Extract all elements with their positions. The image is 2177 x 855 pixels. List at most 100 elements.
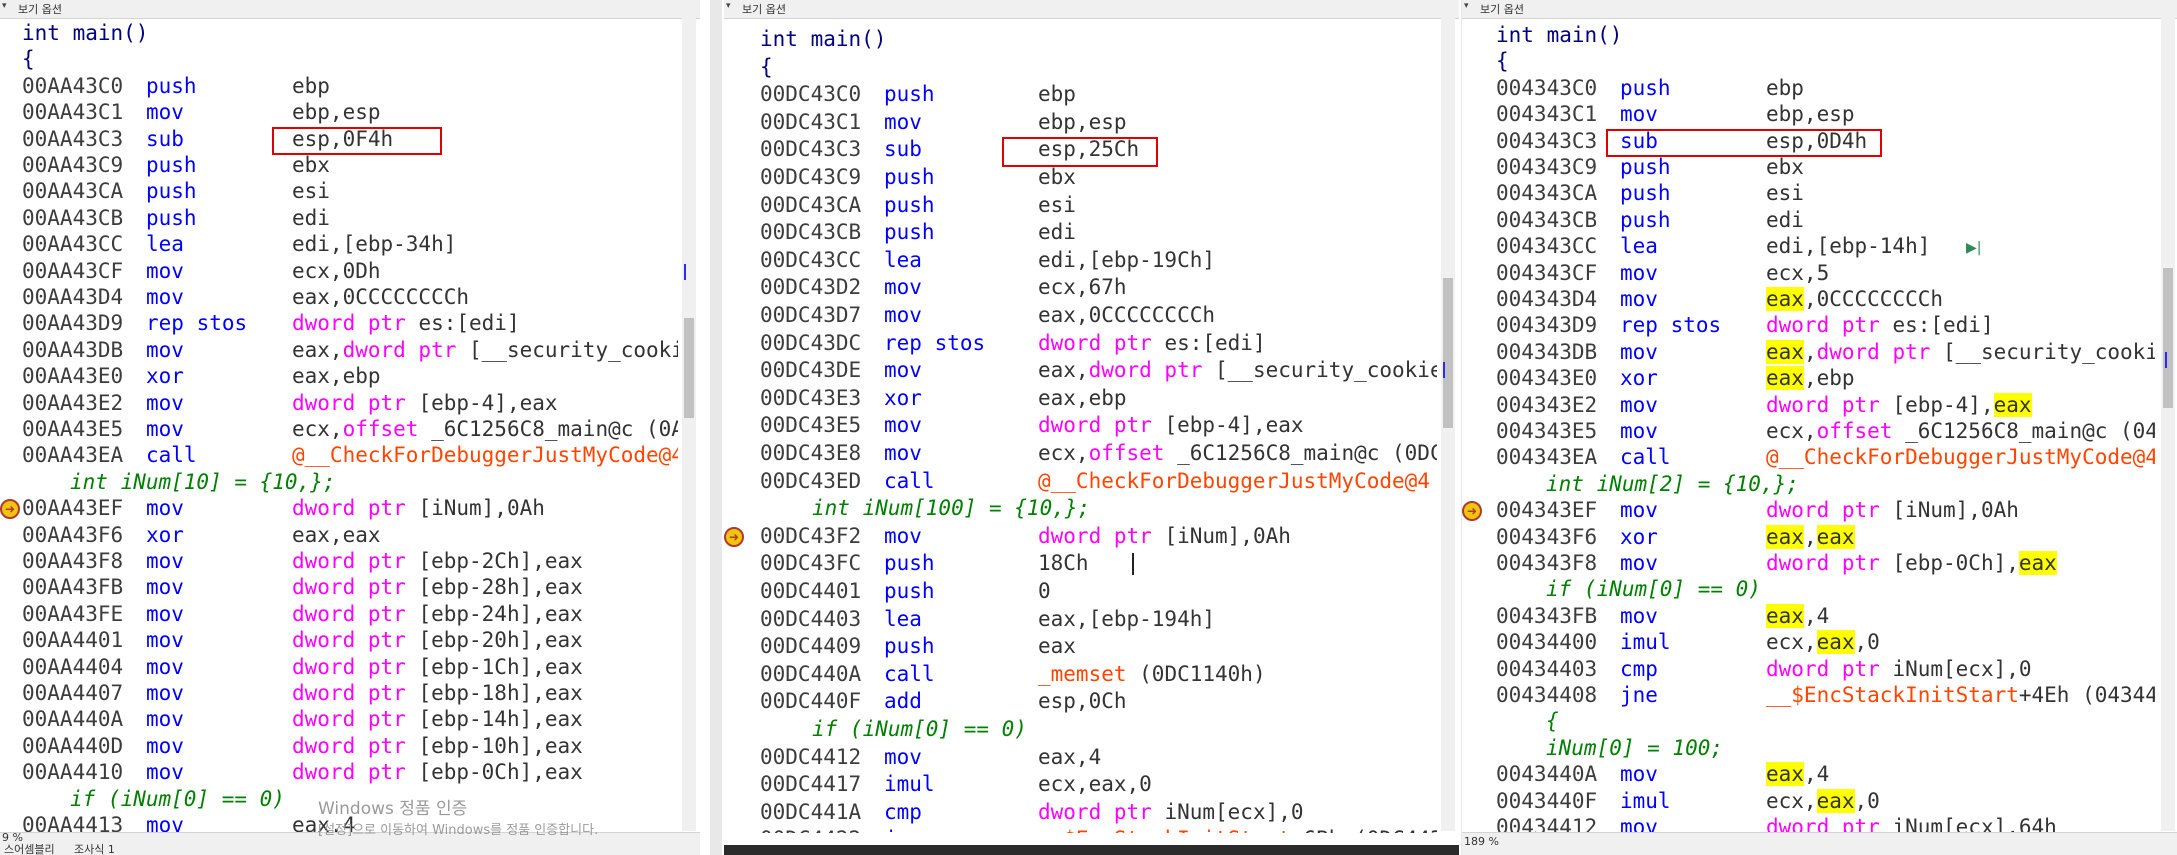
asm-line[interactable]: 00DC440F add esp,0Ch: [760, 688, 1437, 715]
source-line[interactable]: {: [760, 54, 1437, 81]
asm-line[interactable]: 004343F8 mov dword ptr [ebp-0Ch],eax: [1496, 550, 2155, 577]
asm-line[interactable]: 004343D4 mov eax,0CCCCCCCCh: [1496, 286, 2155, 313]
asm-line[interactable]: 00AA43C0 push ebp: [22, 73, 678, 100]
view-options-label[interactable]: 보기 옵션: [18, 1, 62, 17]
vertical-scrollbar[interactable]: [682, 18, 696, 831]
asm-line[interactable]: 00DC4412 mov eax,4: [760, 744, 1437, 771]
breakpoint-gutter[interactable]: [0, 16, 20, 831]
source-line[interactable]: {: [1496, 48, 2155, 75]
asm-line[interactable]: 00AA43CA push esi: [22, 178, 678, 205]
asm-line[interactable]: 00AA43DB mov eax,dword ptr [__security_coo…: [22, 337, 678, 364]
zoom-level[interactable]: 189 %: [1464, 835, 1499, 848]
breakpoint-gutter[interactable]: [724, 16, 744, 831]
asm-line[interactable]: 00AA43EA call @__CheckForDebuggerJustMyCod…: [22, 442, 678, 469]
asm-line[interactable]: 004343CC lea edi,[ebp-14h] ▶|: [1496, 233, 2155, 260]
source-line[interactable]: int iNum[10] = {10,};: [22, 469, 678, 496]
disassembly-code[interactable]: int main(){004343C0 push ebp 004343C1 mov ebp…: [1496, 16, 2155, 833]
source-line[interactable]: iNum[0] = 100;: [1496, 735, 2155, 762]
asm-line[interactable]: 00DC43C0 push ebp: [760, 81, 1437, 108]
scrollbar-thumb[interactable]: [1443, 278, 1453, 428]
asm-line[interactable]: 00DC43CA push esi: [760, 192, 1437, 219]
source-line[interactable]: {: [22, 46, 678, 73]
asm-line[interactable]: 0043440A mov eax,4: [1496, 761, 2155, 788]
asm-line[interactable]: 00AA43CB push edi: [22, 205, 678, 232]
asm-line[interactable]: 00DC4401 push 0: [760, 578, 1437, 605]
asm-line[interactable]: 00AA4407 mov dword ptr [ebp-18h],eax: [22, 680, 678, 707]
source-line[interactable]: int main(): [1496, 22, 2155, 49]
asm-line[interactable]: 00AA43F6 xor eax,eax: [22, 522, 678, 549]
asm-line[interactable]: 00DC43E5 mov dword ptr [ebp-4],eax: [760, 412, 1437, 439]
asm-line[interactable]: 00AA43C1 mov ebp,esp: [22, 99, 678, 126]
asm-line[interactable]: 004343DB mov eax,dword ptr [__security_coo…: [1496, 339, 2155, 366]
view-options-label[interactable]: 보기 옵션: [1480, 1, 1524, 17]
vertical-scrollbar[interactable]: [2161, 18, 2175, 831]
asm-line[interactable]: 00DC43FC push 18Ch: [760, 550, 1437, 577]
asm-line[interactable]: 004343CB push edi: [1496, 207, 2155, 234]
asm-line[interactable]: 004343E0 xor eax,ebp: [1496, 365, 2155, 392]
asm-line[interactable]: 004343E2 mov dword ptr [ebp-4],eax: [1496, 392, 2155, 419]
asm-line[interactable]: 00DC441A cmp dword ptr iNum[ecx],0: [760, 799, 1437, 826]
asm-line[interactable]: 00DC43E8 mov ecx,offset _6C1256C8_main@c (…: [760, 440, 1437, 467]
asm-line[interactable]: 00DC4409 push eax: [760, 633, 1437, 660]
asm-line[interactable]: 00DC43E3 xor eax,ebp: [760, 385, 1437, 412]
asm-line[interactable]: 00DC4422 jne __$EncStackInitStart+6Bh (0DC…: [760, 826, 1437, 833]
asm-line[interactable]: 004343C0 push ebp: [1496, 75, 2155, 102]
asm-line[interactable]: 00AA43E0 xor eax,ebp: [22, 363, 678, 390]
current-instruction-arrow-icon[interactable]: ➜: [724, 526, 744, 547]
asm-line[interactable]: 004343D9 rep stos dword ptr es:[edi]: [1496, 312, 2155, 339]
asm-line[interactable]: 00DC43D7 mov eax,0CCCCCCCCh: [760, 302, 1437, 329]
asm-line[interactable]: 00DC43DC rep stos dword ptr es:[edi]: [760, 330, 1437, 357]
asm-line[interactable]: 00AA43D9 rep stos dword ptr es:[edi]: [22, 310, 678, 337]
asm-line[interactable]: 00AA4410 mov dword ptr [ebp-0Ch],eax: [22, 759, 678, 786]
asm-line[interactable]: 004343FB mov eax,4: [1496, 603, 2155, 630]
asm-line[interactable]: 00AA43CC lea edi,[ebp-34h]: [22, 231, 678, 258]
asm-line[interactable]: 00AA43C9 push ebx: [22, 152, 678, 179]
asm-line[interactable]: 00DC43F2 mov dword ptr [iNum],0Ah: [760, 523, 1437, 550]
asm-line[interactable]: 00434412 mov dword ptr iNum[ecx],64h: [1496, 814, 2155, 833]
asm-line[interactable]: 00AA43D4 mov eax,0CCCCCCCCh: [22, 284, 678, 311]
asm-line[interactable]: 004343C1 mov ebp,esp: [1496, 101, 2155, 128]
asm-line[interactable]: 00DC43C9 push ebx: [760, 164, 1437, 191]
asm-line[interactable]: 00AA4401 mov dword ptr [ebp-20h],eax: [22, 627, 678, 654]
tab-disassembly[interactable]: 스어셈블리: [4, 841, 55, 855]
source-line[interactable]: if (iNum[0] == 0): [760, 716, 1437, 743]
source-line[interactable]: if (iNum[0] == 0): [1496, 576, 2155, 603]
asm-line[interactable]: 004343EA call @__CheckForDebuggerJustMyCod…: [1496, 444, 2155, 471]
scrollbar-thumb[interactable]: [684, 318, 694, 418]
asm-line[interactable]: 00DC43DE mov eax,dword ptr [__security_coo…: [760, 357, 1437, 384]
asm-line[interactable]: 00AA43F8 mov dword ptr [ebp-2Ch],eax: [22, 548, 678, 575]
source-line[interactable]: int iNum[100] = {10,};: [760, 495, 1437, 522]
asm-line[interactable]: 004343E5 mov ecx,offset _6C1256C8_main@c (…: [1496, 418, 2155, 445]
collapse-arrow-icon[interactable]: ▾: [2, 1, 7, 11]
asm-line[interactable]: 004343CF mov ecx,5: [1496, 260, 2155, 287]
asm-line[interactable]: 00DC440A call _memset (0DC1140h): [760, 661, 1437, 688]
run-to-click-icon[interactable]: ▶|: [1966, 235, 1981, 262]
asm-line[interactable]: 00AA43E5 mov ecx,offset _6C1256C8_main@c (…: [22, 416, 678, 443]
asm-line[interactable]: 00AA43EF mov dword ptr [iNum],0Ah: [22, 495, 678, 522]
vertical-scrollbar[interactable]: [1441, 18, 1455, 831]
tab-watch-1[interactable]: 조사식 1: [74, 841, 115, 855]
asm-line[interactable]: 004343F6 xor eax,eax: [1496, 524, 2155, 551]
scrollbar-thumb[interactable]: [2163, 268, 2173, 408]
asm-line[interactable]: 00AA43FE mov dword ptr [ebp-24h],eax: [22, 601, 678, 628]
source-line[interactable]: int main(): [22, 20, 678, 47]
asm-line[interactable]: 004343C9 push ebx: [1496, 154, 2155, 181]
asm-line[interactable]: 00DC43CC lea edi,[ebp-19Ch]: [760, 247, 1437, 274]
disassembly-code[interactable]: int main(){00AA43C0 push ebp 00AA43C1 mov ebp…: [22, 16, 678, 833]
asm-line[interactable]: 00DC43D2 mov ecx,67h: [760, 274, 1437, 301]
view-options-label[interactable]: 보기 옵션: [742, 1, 786, 17]
asm-line[interactable]: 00DC43CB push edi: [760, 219, 1437, 246]
collapse-arrow-icon[interactable]: ▾: [726, 1, 731, 11]
asm-line[interactable]: 00434400 imul ecx,eax,0: [1496, 629, 2155, 656]
asm-line[interactable]: 00434403 cmp dword ptr iNum[ecx],0: [1496, 656, 2155, 683]
disassembly-code[interactable]: int main() {00DC43C0 push ebp 00DC43C1 mov ebp…: [760, 16, 1437, 833]
asm-line[interactable]: 00DC4403 lea eax,[ebp-194h]: [760, 606, 1437, 633]
source-line[interactable]: int main(): [760, 26, 1437, 53]
asm-line[interactable]: 00AA4404 mov dword ptr [ebp-1Ch],eax: [22, 654, 678, 681]
asm-line[interactable]: 00AA43FB mov dword ptr [ebp-28h],eax: [22, 574, 678, 601]
collapse-arrow-icon[interactable]: ▾: [1464, 1, 1469, 11]
asm-line[interactable]: 00AA43E2 mov dword ptr [ebp-4],eax: [22, 390, 678, 417]
asm-line[interactable]: 00AA43CF mov ecx,0Dh: [22, 258, 678, 285]
asm-line[interactable]: 0043440F imul ecx,eax,0: [1496, 788, 2155, 815]
asm-line[interactable]: 00DC4417 imul ecx,eax,0: [760, 771, 1437, 798]
